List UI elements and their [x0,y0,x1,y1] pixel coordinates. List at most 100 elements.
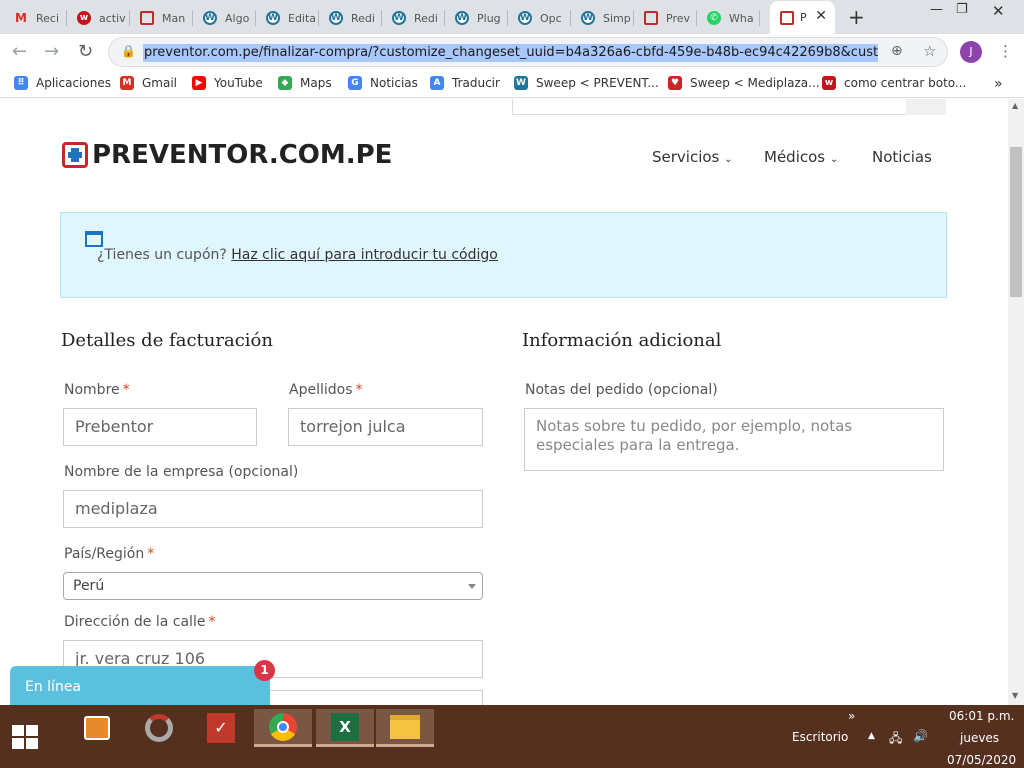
nav-servicios[interactable]: Servicios ⌄ [652,148,733,166]
bookmark-star-icon[interactable]: ☆ [923,42,936,60]
tab-separator [129,10,130,26]
bookmark-label: YouTube [214,76,263,90]
bookmark-label: Noticias [370,76,418,90]
menu-icon[interactable]: ⋮ [998,42,1013,60]
tab-separator [570,10,571,26]
scrollbar-thumb[interactable] [1010,147,1022,297]
tab-label: Prev [666,11,690,25]
address-bar[interactable]: 🔒 preventor.com.pe/finalizar-compra/?cus… [108,37,948,67]
active-tab[interactable]: P ✕ [770,1,835,34]
bookmarks-more-icon[interactable]: » [994,76,1003,92]
browser-tab[interactable]: W Plug [449,7,508,29]
browser-tab[interactable]: W Redi [323,7,382,29]
chevron-down-icon: ⌄ [829,154,839,165]
tab-label: Redi [414,11,438,25]
tab-separator [507,10,508,26]
coupon-link[interactable]: Haz clic aquí para introducir tu código [231,247,498,263]
bookmark-item[interactable]: G Noticias [348,76,418,90]
browser-tab[interactable]: Man [134,7,193,29]
restore-button[interactable]: ❐ [956,2,968,17]
browser-tab[interactable]: W Edita [260,7,319,29]
page-scrollbar[interactable]: ▲ ▼ [1008,99,1024,705]
excel-icon[interactable]: X [316,709,374,747]
close-tab-icon[interactable]: ✕ [815,8,827,24]
required-mark: * [355,382,363,398]
bookmark-item[interactable]: w como centrar boto... [822,76,966,90]
forward-button[interactable]: → [44,41,59,62]
reload-button[interactable]: ↻ [78,41,93,62]
browser-tab[interactable]: W Simp [575,7,634,29]
tab-label: Man [162,11,186,25]
scroll-down-icon[interactable]: ▼ [1012,691,1018,700]
clock-day[interactable]: jueves [960,731,999,745]
coupon-notice: ¿Tienes un cupón? Haz clic aquí para int… [60,212,947,298]
profile-avatar[interactable]: J [960,41,982,63]
volume-icon[interactable]: 🔊 [913,729,928,743]
wordpress-icon: W [329,11,343,25]
country-label: País/Región * [64,546,155,562]
tray-chevron[interactable]: » [848,709,855,723]
clock-date[interactable]: 07/05/2020 [947,753,1016,767]
chrome-taskbar-icon[interactable] [254,709,312,747]
nav-noticias[interactable]: Noticias [872,148,932,166]
browser-tab[interactable]: ✆ Wha [701,7,760,29]
country-value: Perú [73,578,105,594]
tray-up-icon[interactable]: ▲ [868,731,875,741]
cross-logo-icon [62,142,88,168]
install-icon[interactable]: ⊕ [891,43,903,59]
url-text[interactable]: preventor.com.pe/finalizar-compra/?custo… [143,44,878,62]
tab-separator [192,10,193,26]
bookmark-item[interactable]: M Gmail [120,76,177,90]
bookmark-item[interactable]: W Sweep < PREVENT... [514,76,659,90]
last-name-field[interactable]: torrejon julca [288,408,483,446]
whatsapp-icon: ✆ [707,11,721,25]
bookmark-item[interactable]: ▶ YouTube [192,76,263,90]
wordpress-icon: W [581,11,595,25]
browser-tab[interactable]: W Algo [197,7,256,29]
desktop-label[interactable]: Escritorio [792,730,848,744]
coupon-text: ¿Tienes un cupón? Haz clic aquí para int… [97,247,498,263]
bookmark-item[interactable]: A Traducir [430,76,500,90]
window-icon [85,231,103,247]
bookmark-item[interactable]: ♥ Sweep < Mediplaza... [668,76,820,90]
order-notes-textarea[interactable]: Notas sobre tu pedido, por ejemplo, nota… [524,408,944,471]
media-player-icon[interactable] [68,709,126,747]
bookmark-label: Sweep < Mediplaza... [690,76,820,90]
first-name-field[interactable]: Prebentor [63,408,257,446]
new-tab-button[interactable]: + [848,5,865,29]
windows-start-icon[interactable] [12,725,38,749]
browser-tab[interactable]: w activ [71,7,130,29]
country-select[interactable]: Perú [63,572,483,600]
tab-separator [381,10,382,26]
bookmark-item[interactable]: ◆ Maps [278,76,332,90]
clock-time[interactable]: 06:01 p.m. [949,709,1014,723]
bookmark-item[interactable]: ⠿ Aplicaciones [14,76,111,90]
network-icon[interactable]: 🖧 [889,729,902,750]
dropdown-arrow-icon [468,584,476,589]
tab-label: Wha [729,11,754,25]
chat-widget[interactable]: En línea [10,666,270,706]
lock-icon[interactable]: 🔒 [121,44,136,58]
file-explorer-icon[interactable] [376,709,434,747]
wordpress-red-icon: w [77,11,91,25]
acrobat-icon[interactable]: ✓ [192,709,250,747]
company-field[interactable]: mediplaza [63,490,483,528]
tab-label: activ [99,11,126,25]
company-label: Nombre de la empresa (opcional) [64,464,299,480]
browser-tab[interactable]: M Reci [8,7,67,29]
browser-tab[interactable]: Prev [638,7,697,29]
site-logo[interactable]: PREVENTOR.COM.PE [62,140,392,170]
first-name-label: Nombre * [64,382,130,398]
scroll-up-icon[interactable]: ▲ [1012,101,1018,110]
screen-recorder-icon[interactable] [130,709,188,747]
nav-medicos[interactable]: Médicos ⌄ [764,148,838,166]
browser-tab[interactable]: W Redi [386,7,445,29]
close-window-button[interactable]: ✕ [992,2,1005,20]
minimize-button[interactable]: — [930,2,943,17]
back-button[interactable]: ← [12,41,27,62]
nav-label: Servicios [652,148,720,166]
wordpress-icon: W [392,11,406,25]
preventor-icon [140,11,154,25]
notes-label: Notas del pedido (opcional) [525,382,718,398]
browser-tab[interactable]: W Opc [512,7,571,29]
